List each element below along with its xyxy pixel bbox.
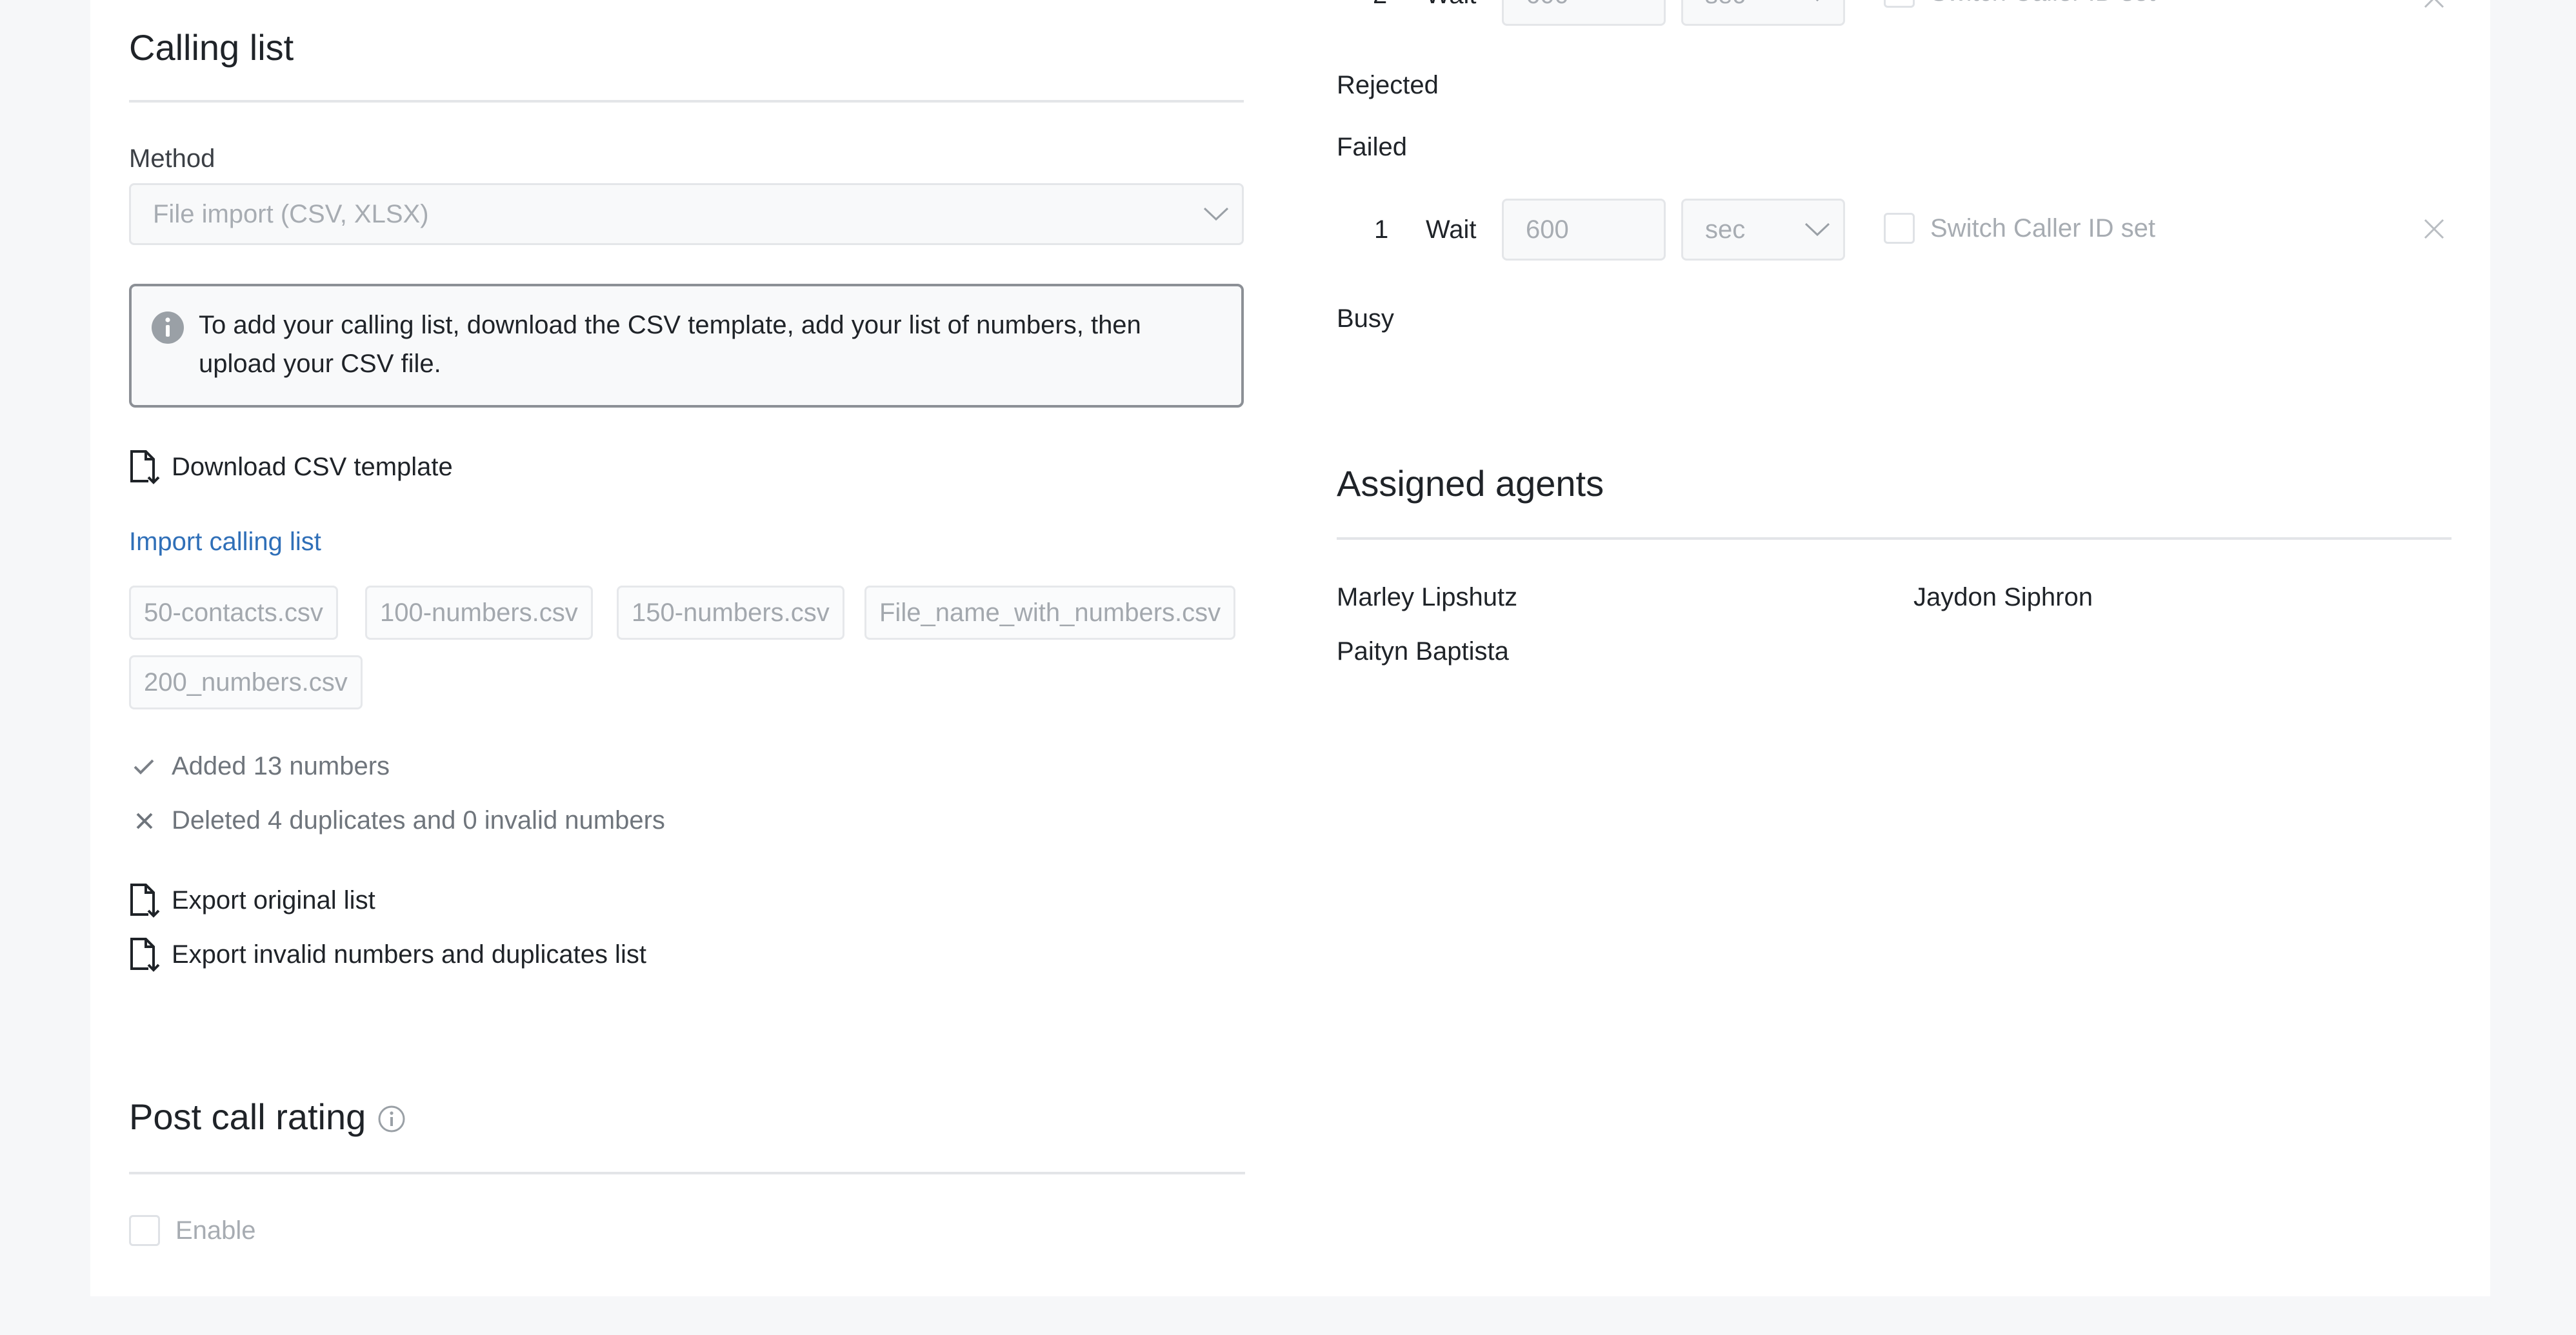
enable-rating-label: Enable bbox=[175, 1216, 256, 1245]
enable-rating-checkbox[interactable]: Enable bbox=[129, 1215, 256, 1246]
retry-row-index: 1 bbox=[1374, 215, 1389, 244]
retry-wait-input[interactable]: 600 bbox=[1502, 0, 1666, 26]
close-icon bbox=[135, 812, 154, 830]
checkbox[interactable] bbox=[1884, 213, 1915, 244]
retry-unit-select[interactable]: sec bbox=[1681, 199, 1845, 261]
info-notice-text: To add your calling list, download the C… bbox=[199, 311, 1141, 378]
switch-caller-id-label: Switch Caller ID set bbox=[1930, 213, 2155, 242]
file-chip[interactable]: 50-contacts.csv bbox=[129, 586, 338, 640]
file-chip[interactable]: 150-numbers.csv bbox=[617, 586, 844, 640]
file-chip[interactable]: File_name_with_numbers.csv bbox=[864, 586, 1236, 640]
remove-row-icon[interactable] bbox=[2423, 218, 2445, 240]
retry-unit-value: sec bbox=[1705, 215, 1746, 244]
chevron-down-icon bbox=[1792, 0, 1843, 24]
switch-caller-id-label: Switch Caller ID set bbox=[1930, 0, 2155, 7]
export-invalid-link[interactable]: Export invalid numbers and duplicates li… bbox=[129, 936, 646, 973]
settings-card: Calling list Method File import (CSV, XL… bbox=[90, 0, 2490, 1296]
export-original-label: Export original list bbox=[172, 885, 375, 915]
retry-row-wait-label: Wait bbox=[1426, 0, 1477, 10]
deleted-status: Deleted 4 duplicates and 0 invalid numbe… bbox=[135, 806, 665, 835]
added-status: Added 13 numbers bbox=[133, 752, 390, 781]
checkbox[interactable] bbox=[1884, 0, 1915, 8]
retry-row-wait-label: Wait bbox=[1426, 215, 1477, 244]
chevron-down-icon bbox=[1792, 201, 1843, 259]
check-icon bbox=[133, 757, 155, 776]
info-notice: To add your calling list, download the C… bbox=[129, 284, 1244, 408]
retry-unit-select[interactable]: sec bbox=[1681, 0, 1845, 26]
added-status-text: Added 13 numbers bbox=[172, 752, 390, 780]
method-select-value: File import (CSV, XLSX) bbox=[153, 199, 429, 228]
remove-row-icon[interactable] bbox=[2423, 0, 2445, 9]
retry-row-index: 2 bbox=[1373, 0, 1387, 10]
assigned-agents-divider bbox=[1337, 537, 2451, 540]
import-calling-list-link[interactable]: Import calling list bbox=[129, 528, 321, 557]
export-original-link[interactable]: Export original list bbox=[129, 882, 375, 918]
file-chip[interactable]: 100-numbers.csv bbox=[365, 586, 593, 640]
download-template-link[interactable]: Download CSV template bbox=[129, 449, 453, 485]
assigned-agents-title: Assigned agents bbox=[1337, 463, 1604, 504]
file-chip[interactable]: 200_numbers.csv bbox=[129, 655, 363, 709]
rejected-label: Rejected bbox=[1337, 71, 1439, 99]
download-template-label: Download CSV template bbox=[172, 452, 453, 481]
agent-name: Jaydon Siphron bbox=[1913, 583, 2093, 611]
method-select[interactable]: File import (CSV, XLSX) bbox=[129, 183, 1244, 245]
chevron-down-icon bbox=[1190, 185, 1242, 243]
calling-list-divider bbox=[129, 100, 1244, 103]
retry-unit-value: sec bbox=[1683, 0, 1792, 10]
post-call-rating-header: Post call rating bbox=[129, 1099, 406, 1135]
post-call-rating-title: Post call rating bbox=[129, 1096, 366, 1137]
export-invalid-label: Export invalid numbers and duplicates li… bbox=[172, 940, 646, 969]
file-download-icon bbox=[129, 449, 161, 485]
agent-name: Paityn Baptista bbox=[1337, 637, 1509, 666]
info-outline-icon[interactable] bbox=[377, 1105, 406, 1133]
failed-label: Failed bbox=[1337, 133, 1407, 161]
switch-caller-id-checkbox[interactable]: Switch Caller ID set bbox=[1884, 0, 2155, 8]
calling-list-title: Calling list bbox=[129, 27, 294, 68]
deleted-status-text: Deleted 4 duplicates and 0 invalid numbe… bbox=[172, 806, 665, 835]
busy-label: Busy bbox=[1337, 304, 1394, 333]
info-circle-icon bbox=[151, 311, 185, 344]
post-call-rating-divider bbox=[129, 1172, 1245, 1174]
retry-wait-input[interactable]: 600 bbox=[1502, 199, 1666, 261]
file-download-icon bbox=[129, 882, 161, 918]
agent-name: Marley Lipshutz bbox=[1337, 583, 1518, 611]
checkbox[interactable] bbox=[129, 1215, 160, 1246]
method-label: Method bbox=[129, 144, 215, 173]
switch-caller-id-checkbox[interactable]: Switch Caller ID set bbox=[1884, 213, 2155, 244]
file-download-icon bbox=[129, 936, 161, 973]
